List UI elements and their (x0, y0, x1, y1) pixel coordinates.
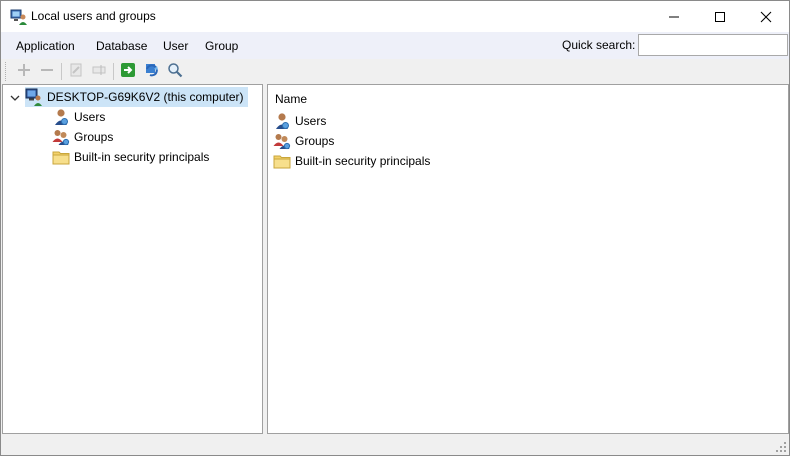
refresh-icon (144, 62, 160, 81)
user-icon (52, 108, 70, 126)
rename-button[interactable] (88, 61, 110, 82)
list-item-builtin-principals[interactable]: Built-in security principals (273, 151, 430, 171)
computer-icon (25, 88, 43, 106)
user-icon (273, 112, 291, 130)
users-computer-icon (10, 8, 28, 26)
export-button[interactable] (117, 61, 139, 82)
title-bar: Local users and groups (1, 1, 789, 32)
menu-user[interactable]: User (163, 39, 188, 53)
quick-search-label: Quick search: (562, 38, 636, 52)
edit-button[interactable] (65, 61, 87, 82)
column-header-name[interactable]: Name (275, 92, 307, 106)
group-icon (52, 128, 70, 146)
toolbar-separator (61, 63, 62, 80)
folder-icon (52, 148, 70, 166)
tree-node-users[interactable]: Users (52, 107, 105, 127)
group-icon (273, 132, 291, 150)
add-icon (16, 62, 32, 81)
close-button[interactable] (743, 1, 789, 32)
search-button[interactable] (164, 61, 186, 82)
tree-node-computer[interactable]: DESKTOP-G69K6V2 (this computer) (25, 87, 248, 107)
status-bar (1, 434, 789, 455)
refresh-button[interactable] (141, 61, 163, 82)
list-item-groups[interactable]: Groups (273, 131, 334, 151)
menu-bar: Application Database User Group Quick se… (1, 32, 789, 59)
maximize-button[interactable] (697, 1, 743, 32)
remove-button[interactable] (36, 61, 58, 82)
menu-application[interactable]: Application (16, 39, 75, 53)
list-item-users[interactable]: Users (273, 111, 326, 131)
toolbar (1, 59, 789, 84)
tree-label-groups: Groups (74, 130, 114, 144)
search-icon (167, 62, 183, 81)
tree-label-builtin-principals: Built-in security principals (74, 150, 210, 164)
tree-node-builtin-principals[interactable]: Built-in security principals (52, 147, 209, 167)
window-title: Local users and groups (31, 9, 156, 23)
list-pane[interactable]: Name Users Groups Built-in security prin… (267, 84, 789, 434)
expand-chevron-icon[interactable] (9, 92, 21, 104)
minimize-button[interactable] (651, 1, 697, 32)
resize-grip-icon[interactable] (775, 441, 787, 453)
toolbar-separator (113, 63, 114, 80)
rename-icon (91, 62, 107, 81)
app-window: Local users and groups Application Datab… (0, 0, 790, 456)
menu-database[interactable]: Database (96, 39, 147, 53)
remove-icon (39, 62, 55, 81)
list-label-users: Users (295, 114, 327, 128)
menu-group[interactable]: Group (205, 39, 238, 53)
quick-search-input[interactable] (638, 34, 788, 56)
tree-node-groups[interactable]: Groups (52, 127, 113, 147)
toolbar-grip[interactable] (5, 62, 8, 81)
tree-root-label: DESKTOP-G69K6V2 (this computer) (47, 90, 244, 104)
export-arrow-icon (120, 62, 136, 81)
add-button[interactable] (13, 61, 35, 82)
list-label-builtin-principals: Built-in security principals (295, 154, 431, 168)
edit-icon (68, 62, 84, 81)
list-label-groups: Groups (295, 134, 335, 148)
tree-label-users: Users (74, 110, 106, 124)
folder-icon (273, 152, 291, 170)
tree-pane[interactable]: DESKTOP-G69K6V2 (this computer) Users Gr… (2, 84, 263, 434)
